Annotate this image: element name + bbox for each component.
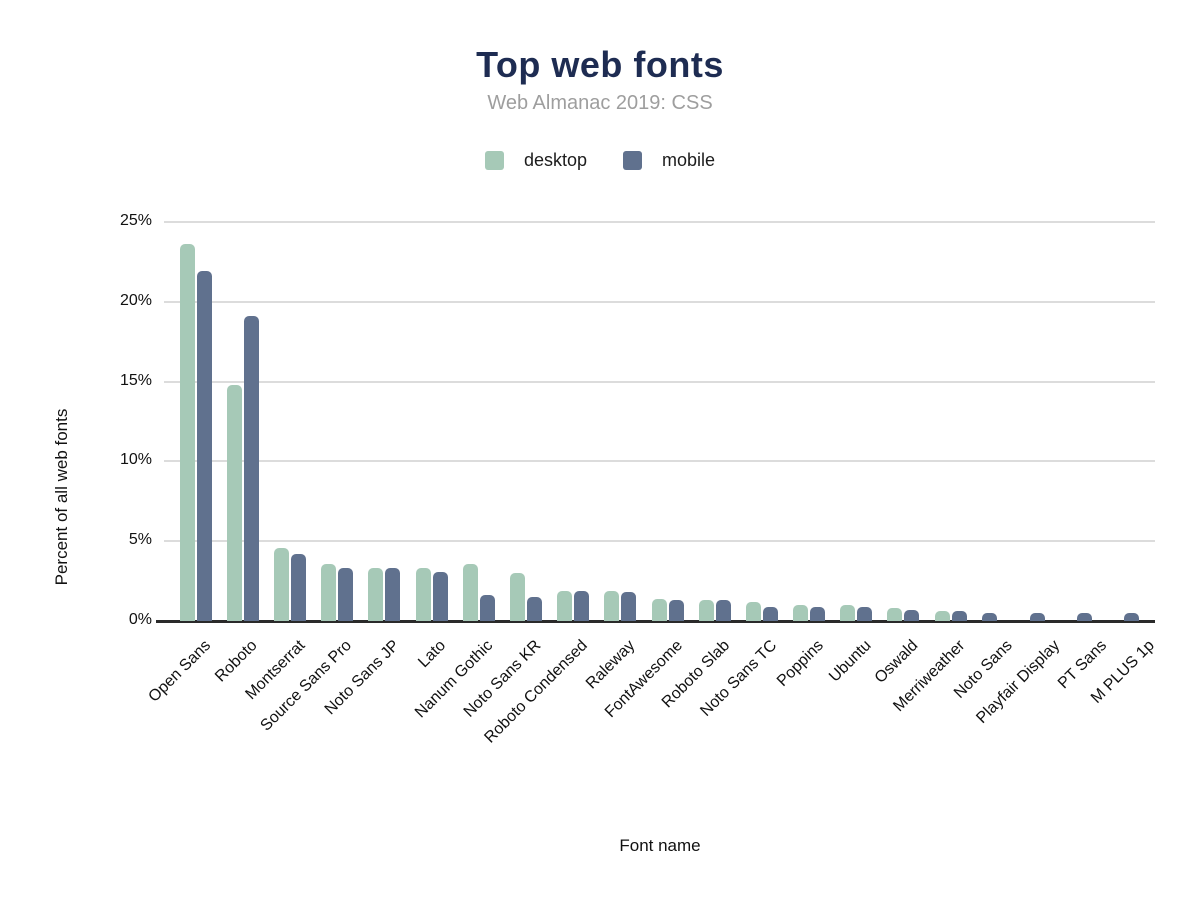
bar-desktop-fontawesome (652, 599, 667, 621)
bar-desktop-roboto (227, 385, 242, 621)
gridline-25 (164, 221, 1155, 223)
bar-mobile-open-sans (197, 271, 212, 621)
bar-desktop-oswald (887, 608, 902, 621)
bar-mobile-lato (433, 572, 448, 621)
legend-item-desktop: desktop (485, 150, 587, 171)
ytick-label-15: 15% (82, 372, 152, 390)
mobile-swatch-icon (623, 151, 642, 170)
bar-chart: Top web fonts Web Almanac 2019: CSS desk… (0, 0, 1200, 901)
chart-title: Top web fonts (0, 44, 1200, 86)
bar-mobile-merriweather (952, 611, 967, 621)
bar-desktop-nanum-gothic (463, 564, 478, 621)
xtick-label-playfair-display: Playfair Display (973, 637, 1064, 728)
bar-desktop-source-sans-pro (321, 564, 336, 621)
bar-desktop-roboto-slab (699, 600, 714, 621)
bar-mobile-poppins (810, 607, 825, 621)
xtick-label-poppins: Poppins (774, 637, 828, 691)
bar-desktop-merriweather (935, 611, 950, 621)
bar-mobile-pt-sans (1077, 613, 1092, 621)
bar-mobile-roboto-condensed (574, 591, 589, 621)
bar-mobile-oswald (904, 610, 919, 621)
gridline-10 (164, 460, 1155, 462)
bar-desktop-poppins (793, 605, 808, 621)
bar-mobile-fontawesome (669, 600, 684, 621)
bar-mobile-nanum-gothic (480, 595, 495, 621)
x-axis-title: Font name (160, 836, 1160, 856)
bar-mobile-noto-sans-tc (763, 607, 778, 621)
gridline-15 (164, 381, 1155, 383)
bar-desktop-noto-sans-kr (510, 573, 525, 621)
bar-mobile-noto-sans-jp (385, 568, 400, 621)
ytick-label-10: 10% (82, 451, 152, 469)
bar-desktop-roboto-condensed (557, 591, 572, 621)
legend-label-desktop: desktop (524, 150, 587, 171)
bar-desktop-open-sans (180, 244, 195, 621)
bar-mobile-montserrat (291, 554, 306, 621)
xtick-label-lato: Lato (416, 637, 451, 672)
desktop-swatch-icon (485, 151, 504, 170)
legend: desktop mobile (0, 150, 1200, 171)
bar-mobile-ubuntu (857, 607, 872, 621)
chart-subtitle: Web Almanac 2019: CSS (0, 92, 1200, 115)
bar-desktop-noto-sans-jp (368, 568, 383, 621)
bar-mobile-roboto-slab (716, 600, 731, 621)
ytick-label-0: 0% (82, 611, 152, 629)
ytick-label-25: 25% (82, 212, 152, 230)
bar-mobile-noto-sans-kr (527, 597, 542, 621)
gridline-20 (164, 301, 1155, 303)
bar-mobile-source-sans-pro (338, 568, 353, 621)
gridline-5 (164, 540, 1155, 542)
bar-mobile-m-plus-1p (1124, 613, 1139, 621)
xtick-label-open-sans: Open Sans (145, 637, 214, 706)
bar-mobile-raleway (621, 592, 636, 621)
legend-label-mobile: mobile (662, 150, 715, 171)
ytick-label-5: 5% (82, 531, 152, 549)
xtick-label-ubuntu: Ubuntu (826, 637, 875, 686)
bar-desktop-ubuntu (840, 605, 855, 621)
bar-mobile-roboto (244, 316, 259, 621)
ytick-label-20: 20% (82, 292, 152, 310)
legend-item-mobile: mobile (623, 150, 715, 171)
bar-desktop-noto-sans-tc (746, 602, 761, 621)
bar-desktop-raleway (604, 591, 619, 621)
bar-desktop-montserrat (274, 548, 289, 621)
y-axis-title: Percent of all web fonts (52, 409, 72, 586)
bar-mobile-playfair-display (1030, 613, 1045, 621)
bar-mobile-noto-sans (982, 613, 997, 621)
bar-desktop-lato (416, 568, 431, 621)
